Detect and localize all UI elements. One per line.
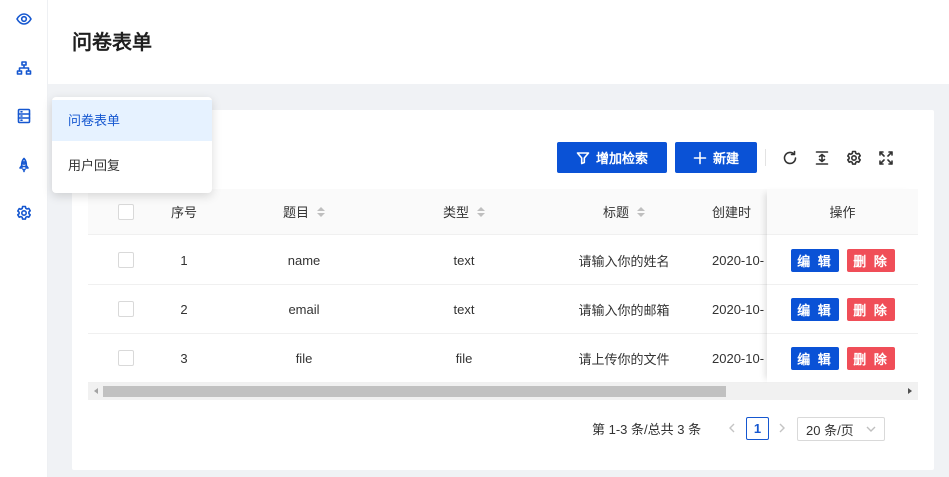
cell-index: 1 — [180, 252, 188, 268]
cell-type: text — [453, 252, 475, 268]
settings-icon[interactable] — [14, 203, 34, 223]
next-page-icon[interactable] — [777, 421, 787, 435]
add-search-button[interactable]: 增加检索 — [557, 142, 667, 173]
cell-question: file — [295, 350, 313, 366]
page-size-select[interactable]: 20 条/页 — [797, 417, 885, 441]
horizontal-scrollbar[interactable] — [88, 383, 918, 400]
sidebar-rail — [0, 0, 48, 477]
add-search-label: 增加检索 — [595, 151, 648, 166]
nav-popup-menu: 问卷表单 用户回复 — [52, 97, 212, 193]
cell-question: email — [288, 301, 320, 317]
sitemap-icon[interactable] — [14, 58, 34, 78]
cell-title: 请输入你的姓名 — [578, 253, 670, 269]
cell-question: name — [287, 252, 321, 268]
new-button[interactable]: 新建 — [675, 142, 757, 173]
cell-index: 3 — [180, 350, 188, 366]
delete-button[interactable]: 删 除 — [847, 347, 895, 370]
row-actions: 编 辑 删 除 — [767, 236, 918, 285]
select-all-checkbox[interactable] — [118, 203, 134, 220]
page-number[interactable]: 1 — [746, 417, 769, 440]
col-question[interactable]: 题目 — [224, 189, 384, 234]
pagination-total: 第 1-3 条/总共 3 条 — [592, 422, 702, 437]
page-title: 问卷表单 — [72, 32, 152, 54]
cell-title: 请输入你的邮箱 — [578, 302, 670, 318]
column-height-icon[interactable] — [813, 149, 831, 167]
col-actions: 操作 — [767, 189, 918, 235]
rocket-icon[interactable] — [14, 155, 34, 175]
cell-type: file — [455, 350, 473, 366]
row-actions: 编 辑 删 除 — [767, 334, 918, 383]
col-type[interactable]: 类型 — [384, 189, 544, 234]
prev-page-icon[interactable] — [727, 421, 737, 435]
sort-icon[interactable] — [317, 206, 325, 217]
row-checkbox[interactable] — [118, 301, 134, 317]
page-header: 问卷表单 — [48, 0, 949, 84]
row-checkbox[interactable] — [118, 252, 134, 268]
scroll-right-icon[interactable] — [908, 388, 912, 394]
edit-button[interactable]: 编 辑 — [791, 249, 839, 272]
sort-icon[interactable] — [637, 206, 645, 217]
delete-button[interactable]: 删 除 — [847, 249, 895, 272]
col-title[interactable]: 标题 — [544, 189, 704, 234]
page-size-value: 20 条/页 — [806, 422, 854, 438]
filter-icon — [576, 151, 590, 164]
edit-button[interactable]: 编 辑 — [791, 347, 839, 370]
row-checkbox[interactable] — [118, 350, 134, 366]
menu-item-user-replies[interactable]: 用户回复 — [52, 145, 212, 186]
scroll-left-icon[interactable] — [94, 388, 98, 394]
plus-icon — [693, 151, 707, 164]
cell-type: text — [453, 301, 475, 317]
chevron-down-icon — [866, 426, 876, 432]
database-icon[interactable] — [14, 106, 34, 126]
delete-button[interactable]: 删 除 — [847, 298, 895, 321]
fullscreen-icon[interactable] — [877, 149, 895, 167]
row-actions: 编 辑 删 除 — [767, 285, 918, 334]
edit-button[interactable]: 编 辑 — [791, 298, 839, 321]
col-index: 序号 — [170, 205, 197, 220]
menu-item-survey-form[interactable]: 问卷表单 — [52, 100, 212, 141]
cell-index: 2 — [180, 301, 188, 317]
cell-title: 请上传你的文件 — [578, 351, 670, 367]
toolbar-divider — [765, 149, 766, 166]
scroll-thumb[interactable] — [103, 386, 726, 397]
eye-icon[interactable] — [14, 9, 34, 29]
new-label: 新建 — [712, 151, 739, 166]
sort-icon[interactable] — [477, 206, 485, 217]
table-settings-icon[interactable] — [845, 149, 863, 167]
actions-column: 操作 编 辑 删 除 编 辑 删 除 编 辑 删 除 — [767, 189, 918, 383]
reload-icon[interactable] — [781, 149, 799, 167]
